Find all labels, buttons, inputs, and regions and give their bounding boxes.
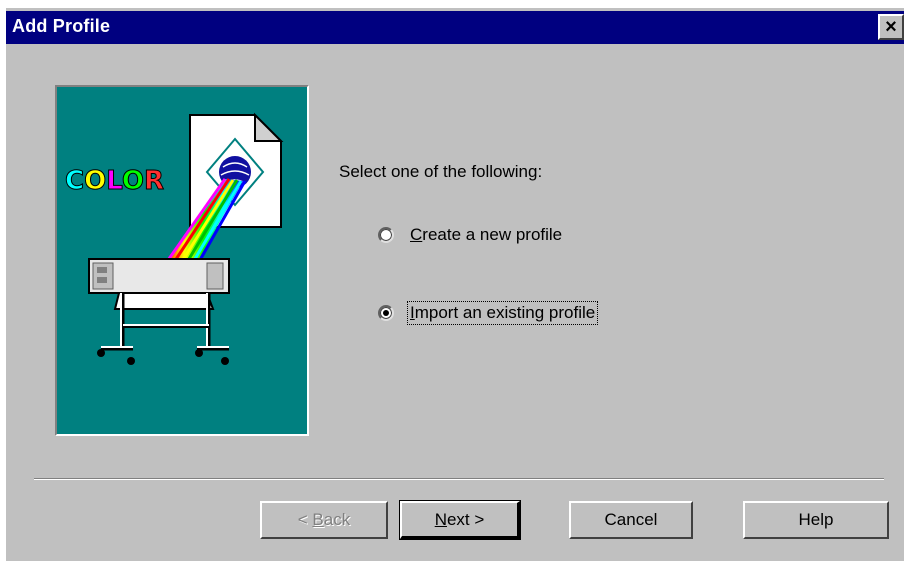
printer-graphic: COLOR [65,112,284,365]
separator-line [34,478,884,480]
window-title: Add Profile [12,16,111,36]
import-profile-label[interactable]: Import an existing profile [406,301,599,325]
back-button[interactable]: < Back [260,501,388,539]
help-button[interactable]: Help [743,501,889,539]
import-profile-option[interactable]: Import an existing profile [378,301,599,325]
create-profile-radio[interactable] [378,227,394,243]
import-profile-radio[interactable] [378,305,394,321]
close-button[interactable]: × [878,14,904,40]
title-bar[interactable]: Add Profile × [6,11,904,44]
cancel-button[interactable]: Cancel [569,501,693,539]
create-profile-option[interactable]: Create a new profile [378,224,564,246]
color-printer-illustration: COLOR [55,85,309,436]
selection-prompt: Select one of the following: [339,162,543,181]
printer-icon [88,258,230,365]
close-icon: × [885,16,897,38]
create-profile-label[interactable]: Create a new profile [408,224,564,246]
color-text: COLOR [65,166,164,196]
next-button[interactable]: Next > [399,500,521,540]
